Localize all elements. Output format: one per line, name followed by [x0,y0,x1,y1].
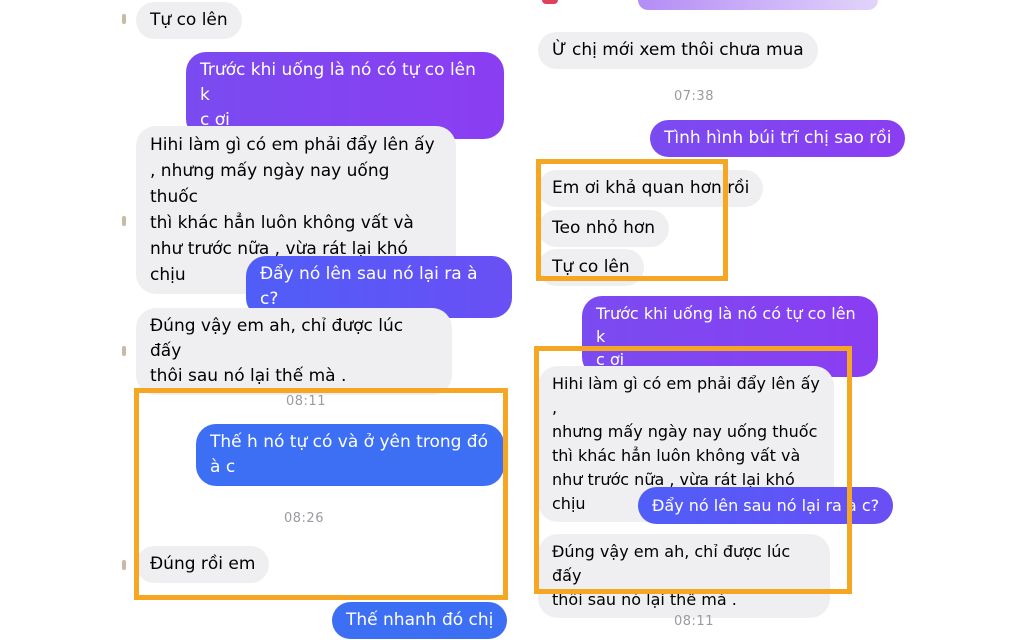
message-bubble-incoming[interactable]: Tự co lên [136,2,242,39]
timestamp: 08:26 [284,511,324,526]
avatar [542,0,558,4]
sender-avatar [122,560,126,570]
message-bubble-incoming[interactable]: Em ơi khả quan hơn rồi [538,170,764,207]
message-bubble-incoming[interactable]: Teo nhỏ hơn [538,210,670,247]
left-chat-panel: Tự co lên Trước khi uống là nó có tự co … [122,0,512,640]
message-bubble-incoming[interactable]: Đúng rồi em [136,546,270,583]
message-bubble-outgoing[interactable]: Trước khi uống là nó có tự co lên k c ơi [582,296,878,377]
right-chat-panel: Ừ chị mới xem thôi chưa mua 07:38 Tình h… [528,0,908,640]
message-bubble-incoming[interactable]: Đúng vậy em ah, chỉ được lúc đấy thôi sa… [136,308,452,395]
sender-avatar [122,14,126,24]
message-bubble-incoming[interactable]: Đúng vậy em ah, chỉ được lúc đấy thôi sa… [538,534,830,618]
sender-avatar [122,346,126,356]
sender-avatar [122,216,126,226]
message-bubble-outgoing[interactable]: Thế nhanh đó chị [332,602,508,639]
timestamp: 07:38 [674,89,714,104]
message-bubble-incoming[interactable]: Ừ chị mới xem thôi chưa mua [538,32,818,69]
cropped-top-bubble [528,0,908,10]
timestamp: 08:11 [674,614,714,629]
message-bubble-outgoing[interactable]: Tình hình búi trĩ chị sao rồi [650,120,906,157]
timestamp: 08:11 [286,394,326,409]
message-bubble-incoming[interactable]: Tự co lên [538,249,644,286]
message-bubble-outgoing[interactable]: Đẩy nó lên sau nó lại ra à c? [638,487,894,524]
message-bubble-outgoing [638,0,878,10]
message-bubble-outgoing[interactable]: Thế h nó tự có và ở yên trong đó à c [196,424,504,486]
